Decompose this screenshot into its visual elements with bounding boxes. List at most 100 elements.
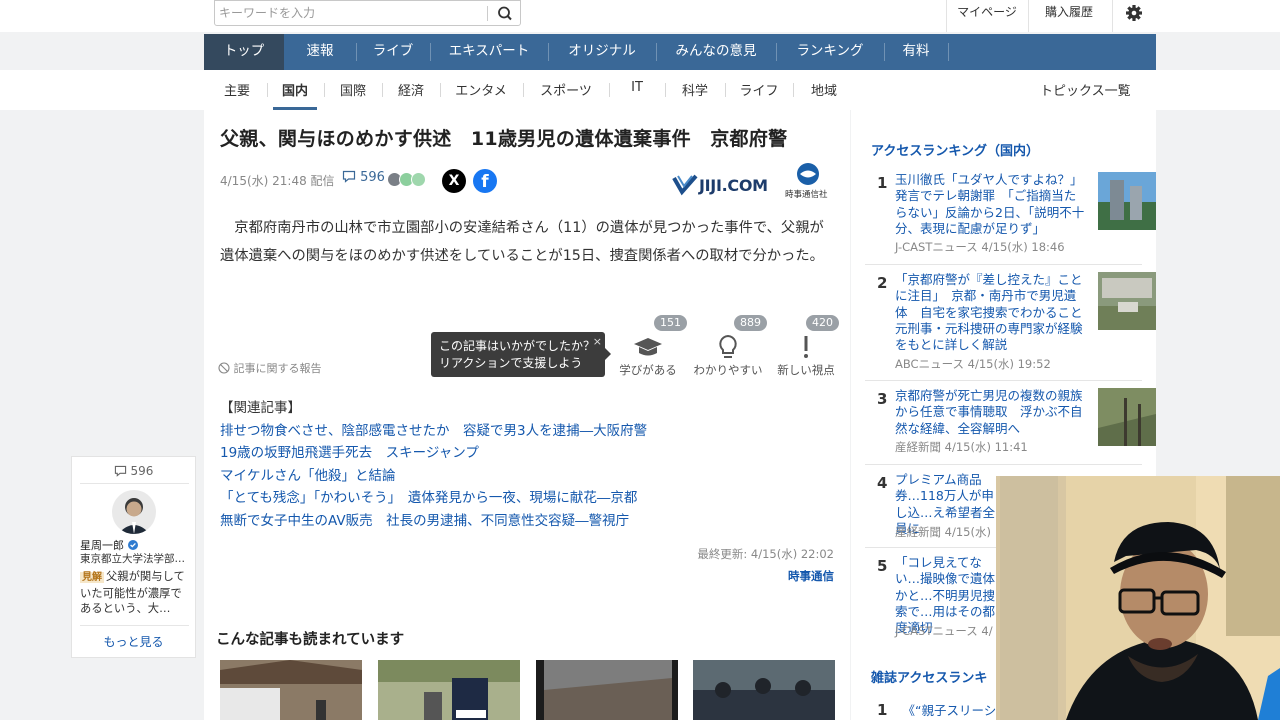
more-read-thumbnail[interactable] <box>378 660 520 720</box>
gear-icon <box>1126 5 1142 21</box>
subnav-divider <box>440 83 441 97</box>
subnav-domestic[interactable]: 国内 <box>273 80 317 110</box>
jiji-emblem-icon <box>797 163 819 185</box>
topics-list-link[interactable]: トピックス一覧 <box>1040 80 1131 99</box>
report-link[interactable]: 記事に関する報告 <box>218 360 322 376</box>
more-read-thumbnail[interactable] <box>693 660 835 720</box>
subnav-divider <box>725 83 726 97</box>
nav-paid[interactable]: 有料 <box>884 34 948 70</box>
ranking-source: J-CASTニュース 4/15(水) 18:46 <box>895 240 1065 254</box>
reaction-learn-button[interactable]: 151 学びがある <box>610 315 687 385</box>
subnav-divider <box>382 83 383 97</box>
more-read-thumbnail[interactable] <box>536 660 678 720</box>
reaction-label: わかりやすい <box>693 363 763 377</box>
subnav-economy[interactable]: 経済 <box>388 80 434 110</box>
tooltip-line1: この記事はいかがでしたか？ <box>439 339 596 353</box>
subnav-main[interactable]: 主要 <box>214 80 260 110</box>
publisher-logo[interactable]: JIJI.COM 時事通信社 <box>672 163 837 204</box>
reaction-tooltip: この記事はいかがでしたか？ リアクションで支援しよう × <box>431 332 611 377</box>
search-divider <box>487 6 488 21</box>
nav-original[interactable]: オリジナル <box>548 34 656 70</box>
webcam-overlay <box>996 476 1280 720</box>
related-heading: 【関連記事】 <box>220 400 301 416</box>
share-x-button[interactable]: X <box>442 169 466 193</box>
subnav-divider <box>793 83 794 97</box>
ranking-headline: 京都府警が死亡男児の複数の親族から任意で事情聴取 浮かぶ不自然な経緯、全容解明へ <box>895 388 1083 436</box>
reaction-label: 新しい視点 <box>777 363 835 377</box>
comment-count-link[interactable]: 596 <box>72 464 195 478</box>
settings-button[interactable] <box>1116 0 1152 26</box>
source-link[interactable]: 時事通信 <box>788 568 834 584</box>
ranking-headline: 玉川徹氏「ユダヤ人ですよね？」発言でテレ朝謝罪 「ご指摘当たらない」反論から2日… <box>895 172 1085 236</box>
related-link[interactable]: 排せつ物食べさせ、陰部感電させたか 容疑で男3人を逮捕―大阪府警 <box>220 420 647 443</box>
exclamation-icon <box>804 336 808 358</box>
graduation-cap-icon <box>634 338 662 356</box>
comment-count: 596 <box>360 170 385 185</box>
magazine-item[interactable]: 1 《“親子スリーシ… <box>877 700 1009 719</box>
subnav-science[interactable]: 科学 <box>672 80 718 110</box>
article: 父親、関与ほのめかす供述 11歳男児の遺体遺棄事件 京都府警 4/15(水) 2… <box>204 110 850 614</box>
toplink-divider <box>1112 0 1113 32</box>
more-read-thumbnail[interactable] <box>220 660 362 720</box>
more-reads-title: こんな記事も読まれています <box>216 632 405 648</box>
subnav-life[interactable]: ライフ <box>732 80 786 110</box>
related-link[interactable]: 無断で女子中生のAV販売 社長の男逮捕、不同意性交容疑―警視庁 <box>220 510 647 533</box>
see-more-link[interactable]: もっと見る <box>72 633 195 650</box>
nav-breaking[interactable]: 速報 <box>284 34 356 70</box>
subnav-international[interactable]: 国際 <box>330 80 376 110</box>
nav-divider <box>948 43 949 61</box>
avatar <box>411 172 426 187</box>
search-box <box>214 0 521 26</box>
nav-top[interactable]: トップ <box>204 34 284 70</box>
last-updated: 最終更新: 4/15(水) 22:02 <box>697 547 834 561</box>
ranking-thumbnail <box>1098 272 1156 330</box>
ranking-source: ABCニュース 4/15(水) 19:52 <box>895 357 1051 371</box>
toplink-divider <box>946 0 947 32</box>
article-body: 京都府南丹市の山林で市立園部小の安達結希さん（11）の遺体が見つかった事件で、父… <box>220 220 824 264</box>
mypage-link[interactable]: マイページ <box>950 0 1024 28</box>
ranking-thumbnail <box>1098 388 1156 446</box>
toplink-divider <box>1028 0 1029 32</box>
reaction-count: 151 <box>654 315 687 331</box>
ranking-divider <box>865 380 1142 381</box>
lightbulb-icon <box>719 334 737 358</box>
ranking-thumbnail <box>1098 172 1156 230</box>
related-link[interactable]: 「とても残念」「かわいそう」 遺体発見から一夜、現場に献花―京都 <box>220 487 647 510</box>
nav-opinions[interactable]: みんなの意見 <box>656 34 776 70</box>
nav-expert[interactable]: エキスパート <box>430 34 548 70</box>
purchase-history-link[interactable]: 購入履歴 <box>1032 0 1106 28</box>
comment-box-divider <box>80 483 189 484</box>
more-reads-section: こんな記事も読まれています <box>204 614 850 720</box>
article-date: 4/15(水) 21:48 配信 <box>220 174 335 188</box>
reaction-new-perspective-button[interactable]: 420 新しい視点 <box>768 315 844 385</box>
ranking-source: 産経新聞 4/15(水) <box>895 525 991 539</box>
expert-comment-box: 596 星周一郎 東京都立大学法学部… 見解 父親が関与していた可能性が濃厚である… <box>71 456 196 658</box>
ranking-title[interactable]: アクセスランキング（国内） <box>871 140 1039 159</box>
subnav-entertainment[interactable]: エンタメ <box>446 80 516 110</box>
magazine-ranking-title[interactable]: 雑誌アクセスランキ <box>871 667 987 686</box>
nav-ranking[interactable]: ランキング <box>776 34 884 70</box>
related-link[interactable]: 19歳の坂野旭飛選手死去 スキージャンプ <box>220 442 647 465</box>
prohibit-icon <box>218 362 230 374</box>
nav-live[interactable]: ライブ <box>356 34 430 70</box>
expert-role: 東京都立大学法学部… <box>80 553 185 565</box>
subnav-region[interactable]: 地域 <box>800 80 848 110</box>
ranking-number: 1 <box>877 174 888 192</box>
ranking-source: 産経新聞 4/15(水) 11:41 <box>895 440 1028 454</box>
comment-icon <box>114 465 126 477</box>
search-input[interactable] <box>219 4 483 22</box>
comment-count-link[interactable]: 596 <box>342 170 385 185</box>
reaction-count: 420 <box>806 315 839 331</box>
tooltip-close-button[interactable]: × <box>593 333 602 350</box>
comment-icon <box>342 170 356 183</box>
search-button[interactable] <box>494 4 516 23</box>
share-facebook-button[interactable]: f <box>473 169 497 193</box>
subnav-it[interactable]: IT <box>616 80 658 110</box>
jiji-logo-text: JIJI.COM <box>699 176 768 195</box>
reaction-understandable-button[interactable]: 889 わかりやすい <box>690 315 767 385</box>
ranking-headline: 《“親子スリーシ… <box>902 703 1009 718</box>
subnav-sports[interactable]: スポーツ <box>530 80 602 110</box>
related-link[interactable]: マイケルさん「他殺」と結論 <box>220 465 647 488</box>
avatar[interactable] <box>112 490 156 534</box>
expert-comment[interactable]: 見解 父親が関与していた可能性が濃厚であるという、大… <box>80 569 190 617</box>
